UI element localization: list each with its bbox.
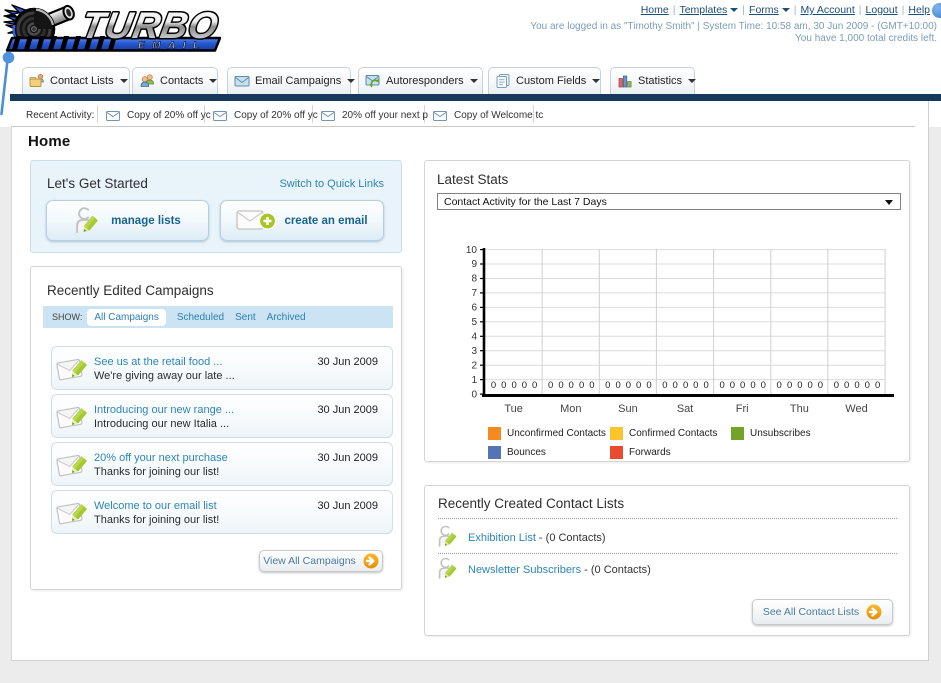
svg-text:Sun: Sun	[618, 403, 638, 415]
svg-text:4: 4	[471, 332, 477, 343]
svg-text:0: 0	[636, 380, 641, 391]
svg-text:0: 0	[532, 380, 537, 391]
svg-text:7: 7	[471, 288, 477, 299]
svg-text:Wed: Wed	[845, 403, 867, 415]
svg-text:0: 0	[548, 380, 553, 391]
svg-text:0: 0	[834, 380, 839, 391]
svg-text:0: 0	[777, 380, 782, 391]
svg-text:2: 2	[471, 360, 477, 371]
svg-text:Fri: Fri	[736, 403, 749, 415]
svg-text:10: 10	[466, 245, 478, 256]
svg-text:Sat: Sat	[677, 403, 694, 415]
svg-text:0: 0	[662, 380, 667, 391]
svg-text:TURBO: TURBO	[78, 4, 222, 46]
svg-text:0: 0	[797, 380, 802, 391]
svg-text:6: 6	[471, 303, 477, 314]
svg-text:0: 0	[673, 380, 678, 391]
svg-text:9: 9	[471, 259, 477, 270]
svg-text:0: 0	[807, 380, 812, 391]
svg-text:0: 0	[626, 380, 631, 391]
svg-text:1: 1	[471, 375, 477, 386]
svg-text:0: 0	[579, 380, 584, 391]
svg-text:0: 0	[740, 380, 745, 391]
svg-text:0: 0	[730, 380, 735, 391]
svg-text:0: 0	[522, 380, 527, 391]
svg-text:0: 0	[875, 380, 880, 391]
svg-text:0: 0	[683, 380, 688, 391]
svg-text:0: 0	[615, 380, 620, 391]
svg-text:0: 0	[605, 380, 610, 391]
svg-text:Tue: Tue	[504, 403, 523, 415]
svg-text:0: 0	[589, 380, 594, 391]
svg-text:0: 0	[471, 389, 477, 400]
svg-text:Thu: Thu	[790, 403, 809, 415]
svg-text:0: 0	[569, 380, 574, 391]
svg-text:Mon: Mon	[560, 403, 581, 415]
svg-text:5: 5	[471, 317, 477, 328]
svg-text:0: 0	[491, 380, 496, 391]
svg-text:0: 0	[719, 380, 724, 391]
svg-text:0: 0	[854, 380, 859, 391]
svg-text:0: 0	[646, 380, 651, 391]
svg-text:0: 0	[787, 380, 792, 391]
svg-text:0: 0	[693, 380, 698, 391]
svg-text:0: 0	[818, 380, 823, 391]
svg-text:0: 0	[511, 380, 516, 391]
svg-text:0: 0	[761, 380, 766, 391]
svg-text:8: 8	[471, 274, 477, 285]
svg-text:0: 0	[750, 380, 755, 391]
svg-text:0: 0	[558, 380, 563, 391]
svg-text:0: 0	[703, 380, 708, 391]
svg-text:0: 0	[844, 380, 849, 391]
svg-text:0: 0	[501, 380, 506, 391]
svg-text:3: 3	[471, 346, 477, 357]
svg-text:0: 0	[865, 380, 870, 391]
